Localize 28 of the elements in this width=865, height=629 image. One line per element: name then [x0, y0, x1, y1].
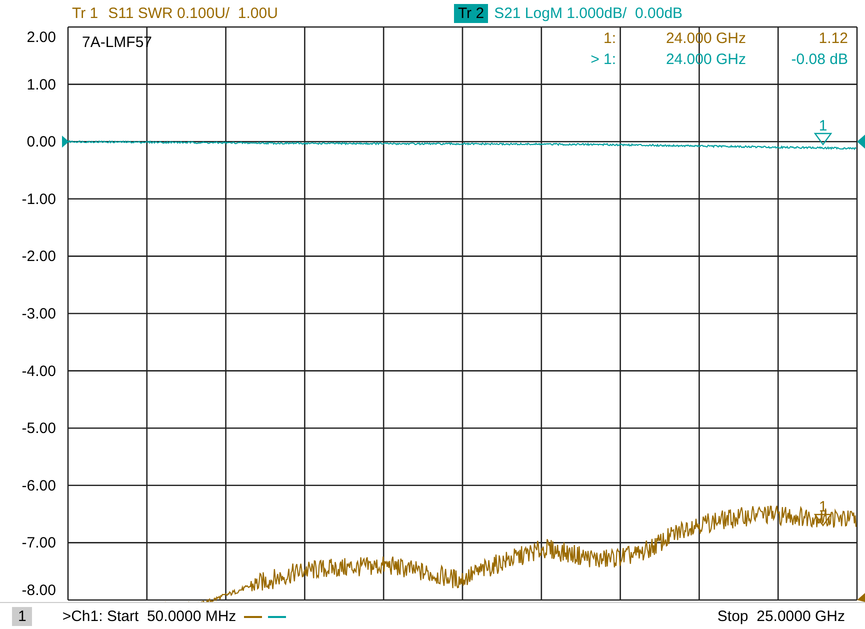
axis-label: 2.00 [26, 29, 56, 46]
channel-badge[interactable]: 1 [12, 607, 32, 626]
axis-label: -5.00 [22, 420, 56, 438]
axis-label: -3.00 [22, 306, 56, 322]
start-frequency: >Ch1: Start 50.0000 MHz [62, 608, 236, 625]
marker-number: > 1: [590, 51, 616, 68]
trace-format: S11 SWR 0.100U/ 1.00U [108, 4, 278, 22]
reference-arrow-icon [857, 593, 865, 602]
axis-label: -8.00 [22, 582, 56, 599]
reference-arrow-icon [62, 136, 69, 148]
trace-label[interactable]: Tr 1 [68, 4, 102, 22]
axis-label: -4.00 [22, 362, 56, 380]
axis-label: -7.00 [22, 534, 56, 552]
axis-label: -2.00 [22, 248, 56, 266]
trace-label[interactable]: Tr 2 [454, 4, 488, 22]
axis-label: -1.00 [22, 190, 56, 208]
trace-format: S21 LogM 1.000dB/ 0.00dB [494, 4, 683, 22]
marker-triangle-icon[interactable] [814, 514, 832, 527]
marker-triangle-icon[interactable] [814, 132, 832, 146]
axis-label: 0.00 [26, 134, 56, 151]
stop-frequency: Stop 25.0000 GHz [717, 608, 845, 625]
marker-value: 1.12 [818, 30, 848, 47]
marker-value: -0.08 dB [791, 51, 848, 68]
marker-label: 1 [818, 117, 828, 134]
reference-arrow-icon [857, 134, 865, 149]
marker-number: 1: [603, 30, 616, 47]
axis-label: 1.00 [26, 76, 56, 94]
axis-label: -6.00 [22, 477, 56, 494]
